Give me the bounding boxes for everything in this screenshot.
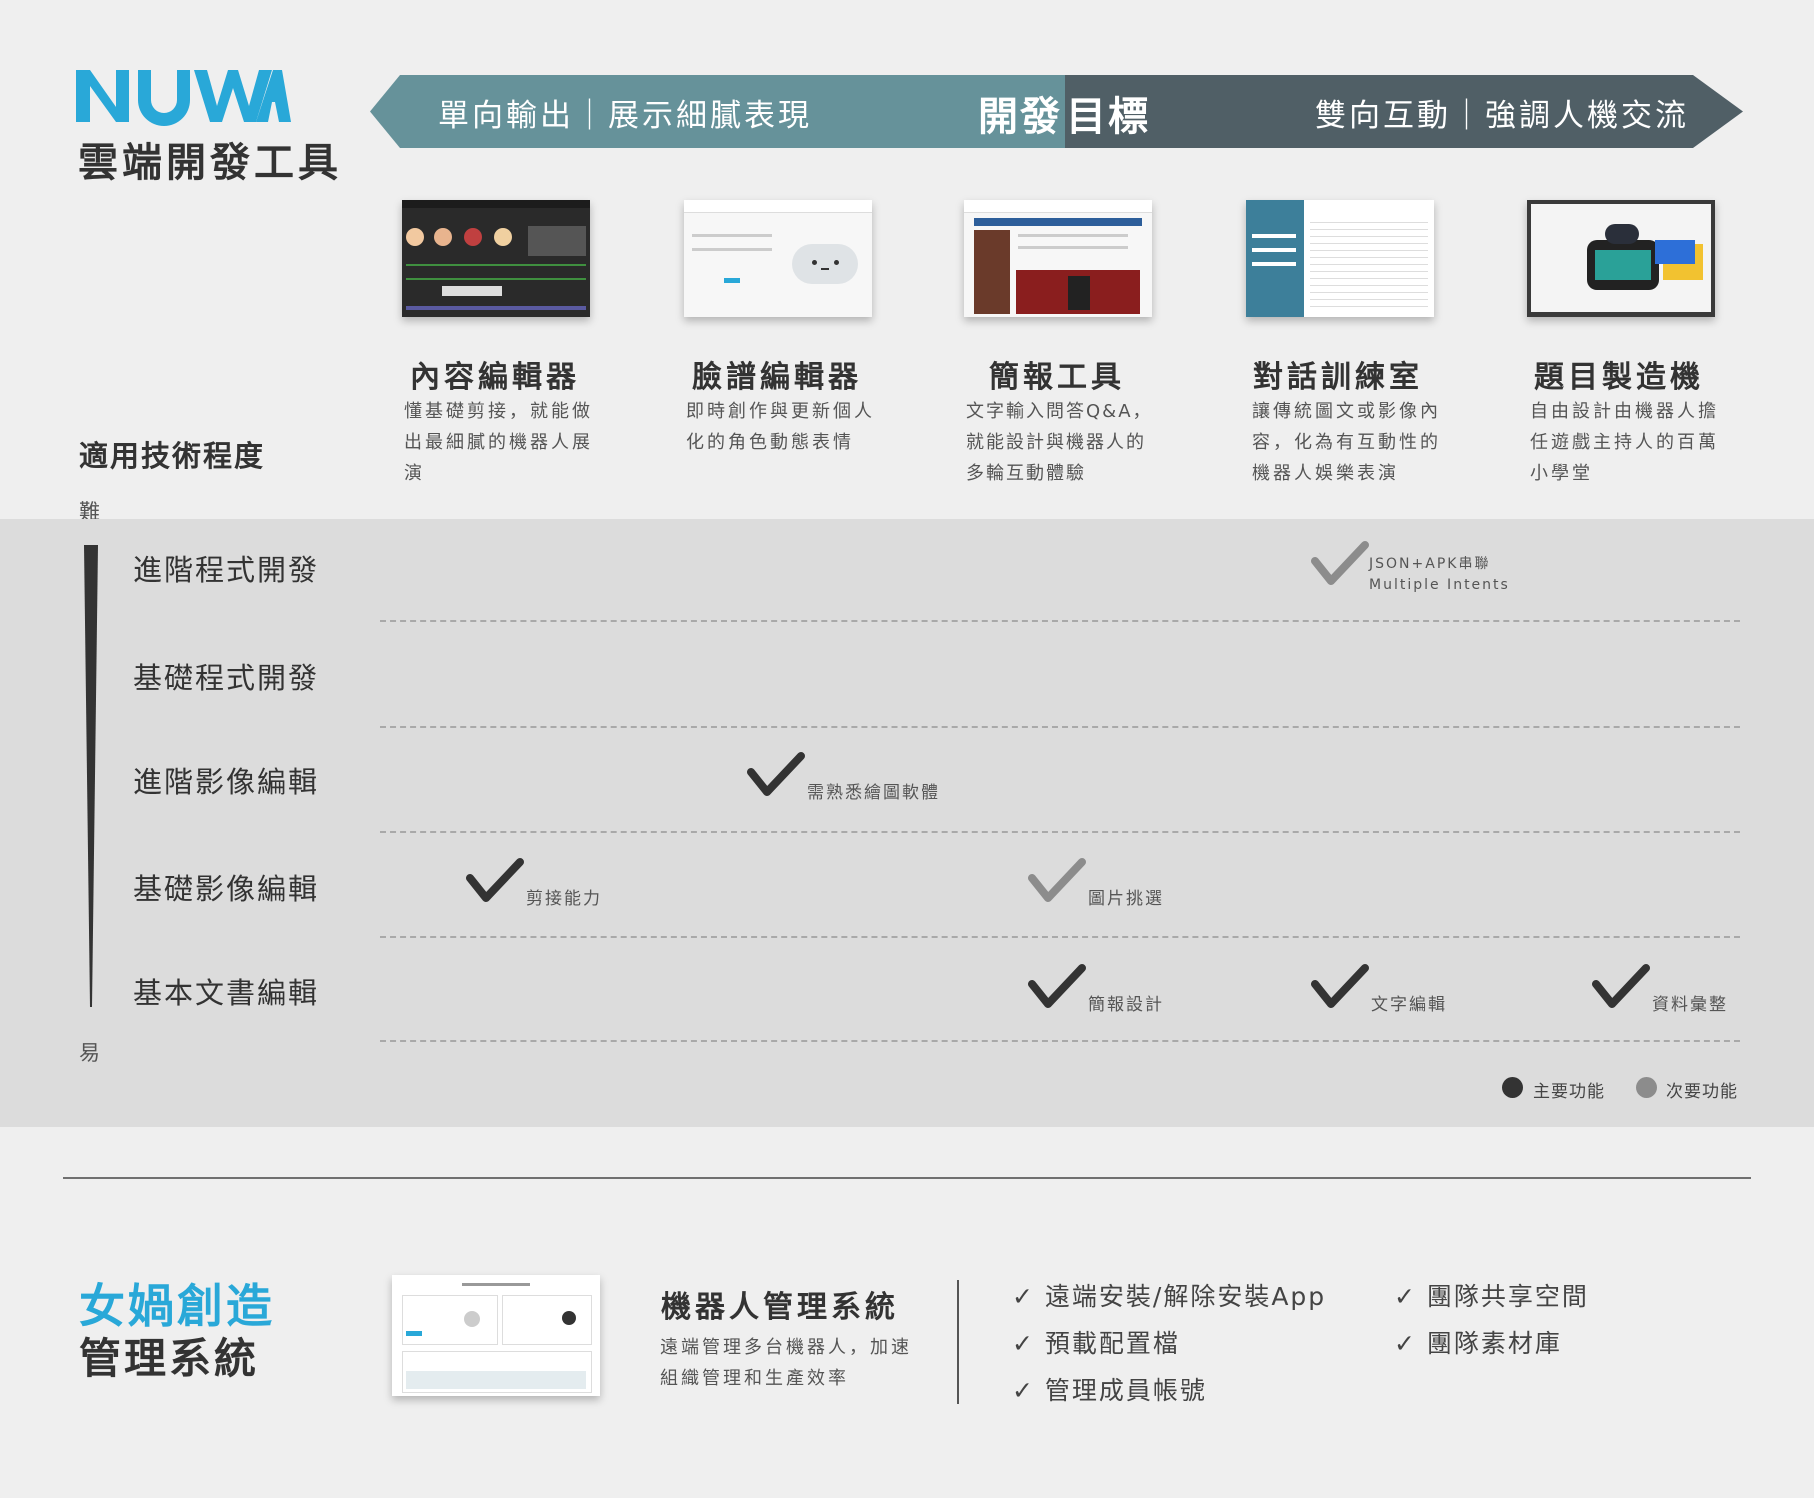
legend-primary-label: 主要功能 — [1533, 1082, 1605, 1102]
mark-note: 資料彙整 — [1652, 995, 1728, 1015]
tool-desc-presentation: 文字輸入問答Q&A，就能設計與機器人的多輪互動體驗 — [966, 401, 1153, 484]
goal-left-text: 單向輸出｜展示細膩表現 — [438, 98, 812, 134]
row-label-basic-programming: 基礎程式開發 — [133, 661, 320, 695]
tool-name-quiz-maker: 題目製造機 — [1534, 360, 1704, 395]
feature-preload-config: ✓ 預載配置檔 — [1012, 1329, 1180, 1358]
legend-secondary-label: 次要功能 — [1666, 1082, 1738, 1102]
mark-note: 需熟悉繪圖軟體 — [807, 783, 940, 803]
brand-subtitle: 雲端開發工具 — [78, 140, 342, 186]
goal-center-left: 開發 — [978, 94, 1062, 140]
content-editor-screenshot — [402, 200, 590, 317]
row-divider — [380, 1040, 1740, 1042]
tool-desc-face-editor: 即時創作與更新個人化的角色動態表情 — [686, 401, 875, 453]
row-label-advanced-image: 進階影像編輯 — [133, 765, 320, 799]
section-divider — [63, 1177, 1751, 1179]
feature-remote-install: ✓ 遠端安裝/解除安裝App — [1012, 1282, 1327, 1311]
mark-note: 簡報設計 — [1088, 995, 1164, 1015]
tool-desc-content-editor: 懂基礎剪接，就能做出最細膩的機器人展演 — [404, 401, 593, 484]
tool-name-face-editor: 臉譜編輯器 — [692, 360, 862, 395]
check-icon — [1028, 858, 1086, 902]
goal-right-text: 雙向互動｜強調人機交流 — [1315, 98, 1689, 134]
row-label-advanced-programming: 進階程式開發 — [133, 553, 320, 587]
mark-note: 文字編輯 — [1371, 995, 1447, 1015]
row-divider — [380, 936, 1740, 938]
level-title: 適用技術程度 — [79, 439, 266, 473]
tool-desc-quiz-maker: 自由設計由機器人擔任遊戲主持人的百萬小學堂 — [1530, 401, 1719, 484]
nuwa-logo — [76, 70, 291, 126]
tool-name-dialog-training: 對話訓練室 — [1253, 360, 1423, 395]
row-label-basic-image: 基礎影像編輯 — [133, 872, 320, 906]
legend-secondary-dot — [1636, 1077, 1657, 1098]
dialog-training-screenshot — [1246, 200, 1434, 317]
management-system-screenshot — [392, 1275, 600, 1396]
check-icon — [747, 752, 805, 796]
row-divider — [380, 620, 1740, 622]
mark-note: 圖片挑選 — [1088, 889, 1164, 909]
row-divider — [380, 726, 1740, 728]
check-icon — [1311, 541, 1369, 585]
feature-team-space: ✓ 團隊共享空間 — [1394, 1282, 1589, 1311]
row-divider — [380, 831, 1740, 833]
check-icon — [1592, 964, 1650, 1008]
check-icon — [1028, 964, 1086, 1008]
legend-primary-dot — [1502, 1077, 1523, 1098]
face-editor-screenshot — [684, 200, 872, 317]
row-label-basic-document: 基本文書編輯 — [133, 976, 320, 1010]
mark-note: 剪接能力 — [526, 889, 602, 909]
management-divider — [957, 1280, 959, 1404]
tool-name-content-editor: 內容編輯器 — [410, 360, 580, 395]
mark-note-line2: Multiple Intents — [1369, 577, 1510, 593]
difficulty-matrix — [0, 519, 1814, 1127]
mark-note-line1: JSON+APK串聯 — [1369, 556, 1491, 572]
management-desc: 遠端管理多台機器人，加速組織管理和生產效率 — [660, 1337, 912, 1389]
management-title: 機器人管理系統 — [661, 1290, 899, 1325]
check-icon — [1311, 964, 1369, 1008]
tool-name-presentation: 簡報工具 — [989, 360, 1125, 395]
difficulty-wedge-icon — [84, 545, 98, 1007]
management-brand-line2: 管理系統 — [79, 1334, 260, 1383]
level-easy-label: 易 — [79, 1041, 100, 1065]
presentation-tool-screenshot — [964, 200, 1152, 317]
goal-center-right: 目標 — [1066, 94, 1150, 140]
check-icon — [466, 858, 524, 902]
tool-desc-dialog-training: 讓傳統圖文或影像內容，化為有互動性的機器人娛樂表演 — [1252, 401, 1441, 484]
feature-member-accounts: ✓ 管理成員帳號 — [1012, 1376, 1207, 1405]
feature-team-assets: ✓ 團隊素材庫 — [1394, 1329, 1562, 1358]
quiz-maker-screenshot — [1527, 200, 1715, 317]
